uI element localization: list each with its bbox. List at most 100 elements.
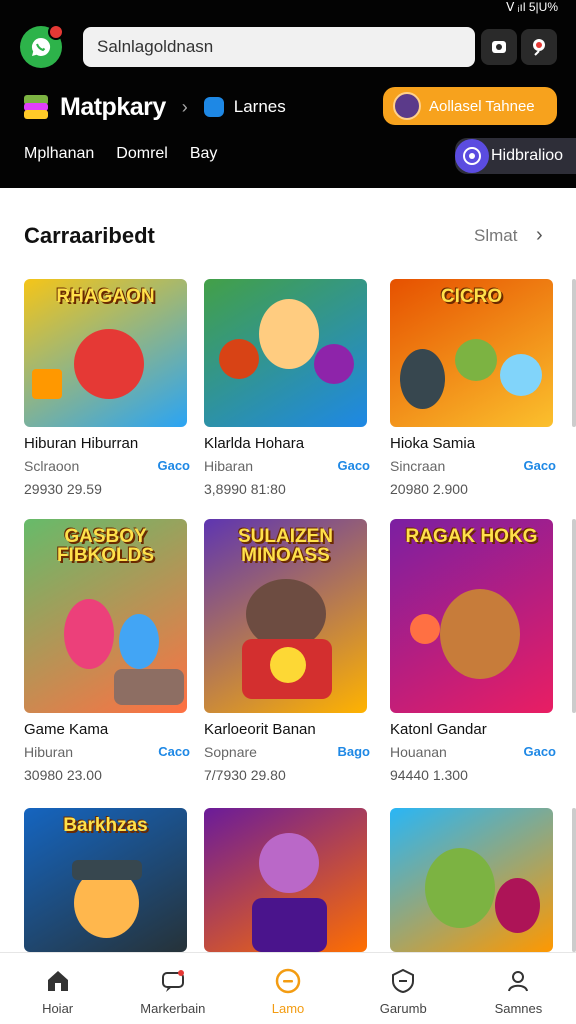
game-tag[interactable]: Bago	[338, 744, 371, 760]
next-card-peek	[572, 519, 576, 713]
fruit-art	[410, 614, 440, 644]
game-stats: 3,8990 81:80	[204, 481, 286, 497]
character-art	[119, 614, 159, 669]
hat-art	[72, 860, 142, 880]
thumbnail-title: CICRO	[440, 286, 503, 307]
status-bar: ᐯ ᵢıl 5|U%	[506, 0, 558, 14]
game-thumbnail[interactable]	[390, 808, 553, 952]
nav-label: Lamo	[271, 1001, 305, 1016]
game-category: Sincraan	[390, 458, 446, 474]
breadcrumb-current[interactable]: Larnes	[234, 97, 286, 117]
location-pin-icon	[533, 39, 545, 56]
game-tag[interactable]: Gaco	[337, 458, 370, 474]
character-art	[219, 339, 259, 379]
nav-label: Samnes	[494, 1001, 543, 1016]
game-card[interactable]: Barkhzas	[24, 808, 190, 952]
game-stats: 29930 29.59	[24, 481, 102, 497]
chevron-right-icon[interactable]: ›	[536, 224, 543, 247]
camera-button[interactable]	[481, 29, 517, 65]
game-card[interactable]: SULAIZEN MINOASS Karloeorit Banan Sopnar…	[204, 519, 370, 783]
bear-art	[440, 589, 520, 679]
nav-market[interactable]: Markerbain	[115, 953, 230, 1024]
nav-label: Hoiar	[42, 1001, 74, 1016]
profile-icon	[508, 971, 529, 992]
promo-avatar	[393, 92, 421, 120]
game-tag[interactable]: Gaco	[523, 458, 556, 474]
nav-home[interactable]: Hoiar	[0, 953, 115, 1024]
nav-label: Garumb	[379, 1001, 427, 1016]
game-stats: 94440 1.300	[390, 767, 468, 783]
nav-tab[interactable]: Domrel	[116, 145, 168, 163]
game-category: Houanan	[390, 744, 447, 760]
brand-logo-icon	[22, 93, 50, 121]
game-name: Hiburan Hiburran	[24, 435, 139, 452]
search-input[interactable]: Salnlagoldnasn	[83, 27, 475, 67]
game-card[interactable]: RAGAK HOKG Katonl Gandar Houanan Gaco 94…	[390, 519, 556, 783]
top-bar: ᐯ ᵢıl 5|U% Salnlagoldnasn Matpkary › Lar…	[0, 0, 576, 188]
game-thumbnail[interactable]: GASBOY FIBKOLDS	[24, 519, 187, 713]
game-card[interactable]: GASBOY FIBKOLDS Game Kama Hiburan Caco 3…	[24, 519, 190, 783]
nav-tab[interactable]: Mplhanan	[24, 145, 94, 163]
game-thumbnail[interactable]	[204, 808, 367, 952]
game-tag[interactable]: Gaco	[523, 744, 556, 760]
basket-art	[114, 669, 184, 705]
promo-button[interactable]: Aollasel Tahnee	[383, 87, 557, 125]
character-art	[64, 599, 114, 669]
pill-label: Hidbralioo	[491, 147, 564, 164]
character-art	[455, 339, 497, 381]
character-art	[425, 848, 495, 928]
game-thumbnail[interactable]: Barkhzas	[24, 808, 187, 952]
game-thumbnail[interactable]: SULAIZEN MINOASS	[204, 519, 367, 713]
game-thumbnail[interactable]: CICRO	[390, 279, 553, 427]
game-name: Katonl Gandar	[390, 721, 487, 738]
game-stats: 7/7930 29.80	[204, 767, 286, 783]
nav-label: Markerbain	[140, 1001, 206, 1016]
chat-app-icon[interactable]	[20, 24, 64, 68]
game-stats: 20980 2.900	[390, 481, 468, 497]
character-art	[400, 349, 445, 409]
game-name: Game Kama	[24, 721, 109, 738]
game-category: Sclraoon	[24, 458, 80, 474]
notification-dot	[48, 24, 64, 40]
game-card[interactable]	[204, 808, 370, 952]
game-card[interactable]: RHAGAON Hiburan Hiburran Sclraoon Gaco 2…	[24, 279, 190, 497]
game-tag[interactable]: Caco	[158, 744, 190, 760]
home-icon	[47, 971, 68, 991]
nav-games[interactable]: Lamo	[230, 953, 345, 1024]
game-name: Hioka Samia	[390, 435, 476, 452]
game-category: Sopnare	[204, 744, 257, 760]
game-thumbnail[interactable]: RHAGAON	[24, 279, 187, 427]
game-card[interactable]: CICRO Hioka Samia Sincraan Gaco 20980 2.…	[390, 279, 556, 497]
game-tag[interactable]: Gaco	[157, 458, 190, 474]
whatsapp-icon	[31, 37, 51, 56]
see-all-link[interactable]: Slmat	[474, 226, 517, 246]
character-art	[259, 299, 319, 369]
nav-tab[interactable]: Bay	[190, 145, 218, 163]
next-card-peek	[572, 808, 576, 952]
breadcrumb-chevron-icon: ›	[181, 96, 188, 117]
thumbnail-title: SULAIZEN MINOASS	[238, 526, 333, 566]
character-art	[259, 833, 319, 893]
character-art	[252, 898, 327, 952]
promo-label: Aollasel Tahnee	[429, 97, 535, 115]
nav-shield[interactable]: Garumb	[346, 953, 461, 1024]
hidden-profile-icon	[455, 139, 489, 173]
game-card[interactable]: Klarlda Hohara Hibaran Gaco 3,8990 81:80	[204, 279, 370, 497]
camera-icon	[492, 41, 506, 53]
nav-profile[interactable]: Samnes	[461, 953, 576, 1024]
game-category: Hiburan	[24, 744, 74, 760]
next-card-peek	[572, 279, 576, 427]
game-thumbnail[interactable]: RAGAK HOKG	[390, 519, 553, 713]
game-stats: 30980 23.00	[24, 767, 102, 783]
game-thumbnail[interactable]	[204, 279, 367, 427]
profile-pill-button[interactable]: Hidbralioo	[455, 138, 576, 174]
location-button[interactable]	[521, 29, 557, 65]
status-text: ᐯ ᵢıl 5|U%	[506, 0, 558, 14]
game-card[interactable]	[390, 808, 556, 952]
brand-breadcrumb: Matpkary › Larnes	[22, 91, 286, 123]
character-art	[495, 878, 540, 933]
app-title[interactable]: Matpkary	[60, 93, 166, 122]
thumbnail-title: RAGAK HOKG	[405, 526, 538, 547]
character-art	[314, 344, 354, 384]
games-icon	[275, 968, 301, 994]
